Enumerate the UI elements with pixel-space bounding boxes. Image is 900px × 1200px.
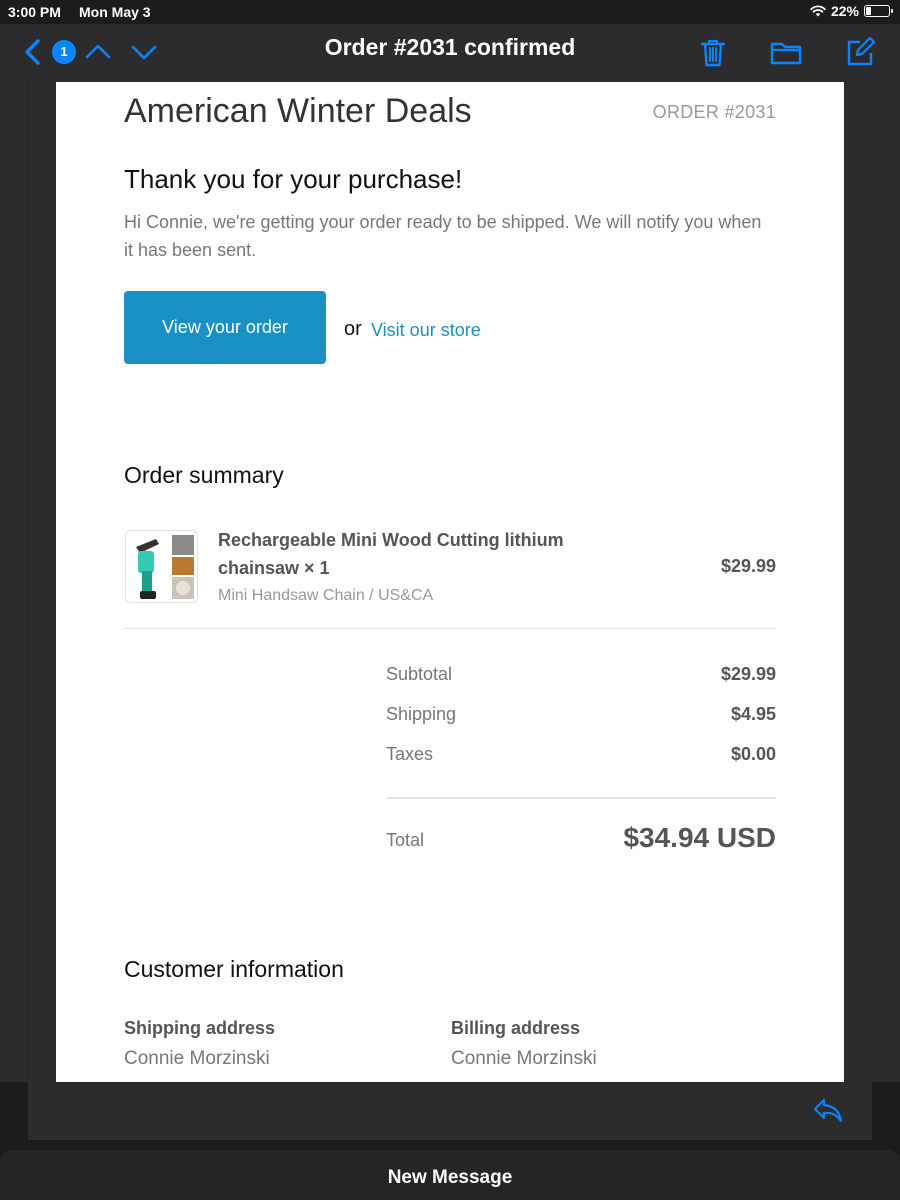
product-variant: Mini Handsaw Chain / US&CA (218, 587, 434, 604)
mail-bottom-toolbar (28, 1082, 872, 1140)
total-value: $34.94 USD (623, 822, 776, 853)
order-summary-title: Order summary (124, 462, 284, 488)
status-bar: 3:00 PM Mon May 3 22% (0, 0, 900, 24)
left-margin (0, 82, 56, 1082)
customer-info-title: Customer information (124, 956, 344, 982)
shipping-address-name: Connie Morzinski (124, 1048, 270, 1069)
taxes-row: Taxes $0.00 (386, 744, 776, 770)
email-body[interactable]: American Winter Deals ORDER #2031 Thank … (56, 82, 844, 1082)
thanks-heading: Thank you for your purchase! (124, 164, 463, 194)
view-order-button[interactable]: View your order (124, 291, 326, 364)
trash-icon[interactable] (697, 36, 729, 68)
compose-icon[interactable] (844, 36, 876, 68)
wifi-icon (810, 5, 826, 17)
taxes-value: $0.00 (730, 744, 776, 764)
product-thumbnail[interactable] (125, 530, 198, 603)
store-name: American Winter Deals (124, 92, 472, 130)
total-label: Total (386, 830, 425, 850)
message-title: Order #2031 confirmed (324, 34, 576, 60)
subtotal-value: $29.99 (720, 664, 776, 684)
battery-icon (864, 5, 893, 17)
battery-fill (866, 7, 871, 15)
status-indicators: 22% (810, 3, 893, 19)
battery-percent: 22% (830, 3, 859, 19)
new-message-label[interactable]: New Message (0, 1167, 900, 1189)
or-text: or (344, 318, 362, 340)
summary-divider (124, 628, 776, 629)
billing-address-heading: Billing address (451, 1018, 581, 1038)
reply-icon[interactable] (812, 1094, 844, 1126)
shipping-address-heading: Shipping address (124, 1018, 276, 1038)
product-price: $29.99 (720, 556, 776, 576)
product-name: Rechargeable Mini Wood Cutting lithium c… (218, 530, 564, 578)
billing-address-name: Connie Morzinski (451, 1048, 597, 1069)
status-time: 3:00 PM (8, 4, 61, 20)
folder-icon[interactable] (770, 36, 802, 68)
taxes-label: Taxes (386, 744, 434, 764)
right-margin (844, 82, 900, 1082)
shipping-value: $4.95 (730, 704, 776, 724)
mail-nav-bar: 1 Order #2031 confirmed (0, 24, 900, 82)
status-date: Mon May 3 (79, 4, 151, 20)
subtotal-row: Subtotal $29.99 (386, 664, 776, 690)
totals-divider (386, 797, 776, 799)
subtotal-label: Subtotal (386, 664, 453, 684)
mail-app-screen: 3:00 PM Mon May 3 22% 1 Order #2031 conf… (0, 0, 900, 1200)
shipping-label: Shipping (386, 704, 457, 724)
order-number: ORDER #2031 (652, 102, 776, 122)
visit-store-link[interactable]: Visit our store (371, 320, 481, 341)
shipping-row: Shipping $4.95 (386, 704, 776, 730)
chainsaw-product-image (126, 531, 197, 602)
intro-text: Hi Connie, we're getting your order read… (124, 212, 762, 260)
